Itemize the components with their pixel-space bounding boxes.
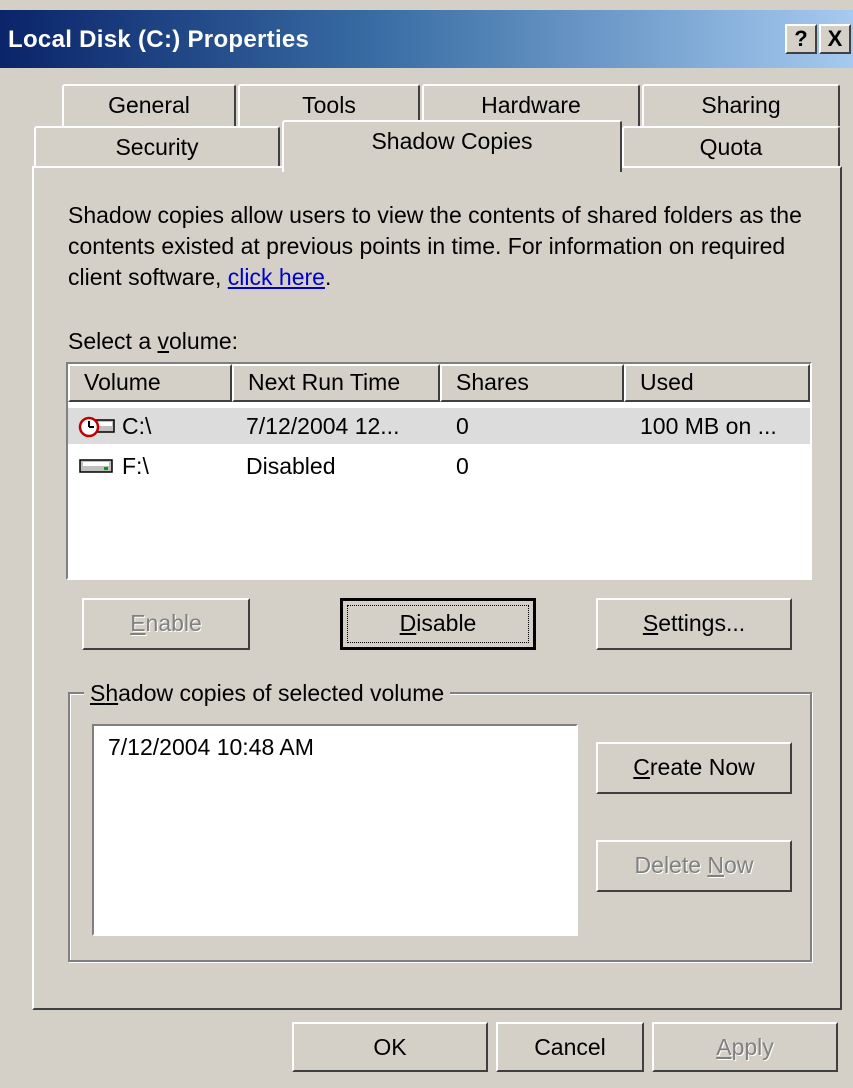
cell-volume: F:\ xyxy=(122,453,149,479)
shadow-copies-list[interactable]: 7/12/2004 10:48 AM xyxy=(92,724,578,936)
select-volume-label: Select a volume: xyxy=(68,328,239,354)
title-bar[interactable]: Local Disk (C:) Properties ? X xyxy=(0,10,853,68)
cell-shares: 0 xyxy=(456,453,469,479)
apply-button[interactable]: Apply xyxy=(652,1022,838,1072)
delete-now-button[interactable]: Delete Now xyxy=(596,840,792,892)
cell-next-run: 7/12/2004 12... xyxy=(246,413,400,439)
settings-button[interactable]: Settings... xyxy=(596,598,792,650)
drive-icon xyxy=(79,459,113,473)
description-text: Shadow copies allow users to view the co… xyxy=(68,202,802,290)
shadow-copies-group-label: Shadow copies of selected volume xyxy=(84,680,451,707)
shadow-copy-drive-icon xyxy=(78,416,115,438)
column-header-volume[interactable]: Volume xyxy=(68,364,232,402)
disable-button[interactable]: Disable xyxy=(340,598,536,650)
volume-list-header: Volume Next Run Time Shares Used xyxy=(68,364,810,402)
click-here-link[interactable]: click here xyxy=(228,264,325,290)
cell-shares: 0 xyxy=(456,413,469,439)
window-title: Local Disk (C:) Properties xyxy=(8,26,310,53)
tab-shadow-copies[interactable]: Shadow Copies xyxy=(282,120,622,172)
column-header-used[interactable]: Used xyxy=(624,364,810,402)
cancel-button[interactable]: Cancel xyxy=(496,1022,644,1072)
cell-used: 100 MB on ... xyxy=(640,413,777,439)
tab-security[interactable]: Security xyxy=(34,126,280,168)
volume-list[interactable]: Volume Next Run Time Shares Used C:\ 7/1… xyxy=(66,362,812,580)
tab-quota[interactable]: Quota xyxy=(622,126,840,168)
column-header-shares[interactable]: Shares xyxy=(440,364,624,402)
tab-sharing[interactable]: Sharing xyxy=(642,84,840,126)
cell-volume: C:\ xyxy=(122,413,152,439)
column-header-next-run-time[interactable]: Next Run Time xyxy=(232,364,440,402)
tab-general[interactable]: General xyxy=(62,84,236,126)
help-button[interactable]: ? xyxy=(785,24,817,54)
enable-button[interactable]: Enable xyxy=(82,598,250,650)
ok-button[interactable]: OK xyxy=(292,1022,488,1072)
properties-dialog: Local Disk (C:) Properties ? X General T… xyxy=(0,0,853,1088)
table-row[interactable]: F:\ Disabled 0 xyxy=(68,448,810,484)
close-button[interactable]: X xyxy=(819,24,851,54)
cell-next-run: Disabled xyxy=(246,453,336,479)
table-row[interactable]: C:\ 7/12/2004 12... 0 100 MB on ... xyxy=(68,408,810,444)
list-item[interactable]: 7/12/2004 10:48 AM xyxy=(108,734,576,761)
create-now-button[interactable]: Create Now xyxy=(596,742,792,794)
